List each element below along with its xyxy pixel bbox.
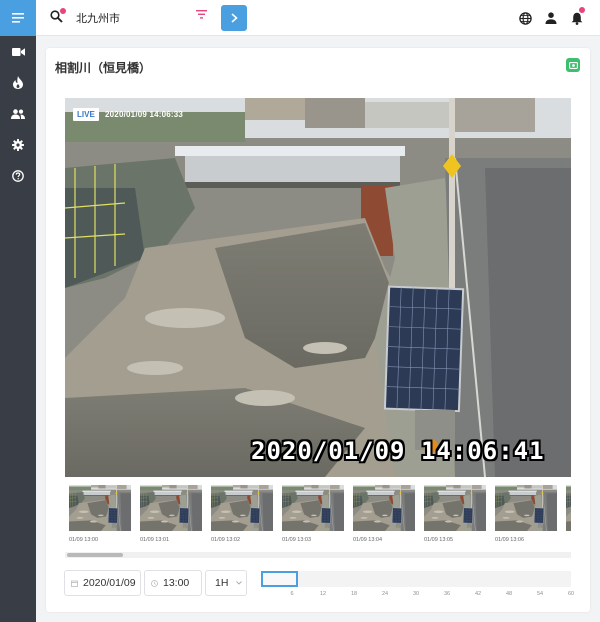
rail-item-fire[interactable] — [0, 67, 36, 98]
camera-osd-timestamp: 2020/01/09 14:06:41 — [251, 437, 545, 465]
thumbnail-partial[interactable] — [566, 485, 571, 531]
thumbnail[interactable]: 01/09 13:04 — [353, 485, 415, 543]
person-icon — [545, 12, 557, 24]
menu-icon — [12, 13, 24, 23]
live-camera-view[interactable]: LIVE 2020/01/09 14:06:33 2020/01/09 14:0… — [65, 98, 571, 477]
account-button[interactable] — [543, 10, 559, 26]
camera-card: 相割川（恒見橋） LIVE 2020/01/09 14:06:33 2020/0… — [46, 48, 590, 612]
timeline-tick-label: 18 — [350, 591, 358, 597]
thumbnail-image — [211, 485, 273, 531]
notification-dot — [579, 7, 585, 13]
thumbnail-label: 01/09 13:05 — [424, 537, 454, 543]
thumbnail-image — [140, 485, 202, 531]
language-button[interactable] — [517, 10, 533, 26]
timeline-tick-label: 42 — [474, 591, 482, 597]
thumbnail-label: 01/09 13:01 — [140, 537, 170, 543]
left-rail — [0, 0, 36, 622]
thumbnail-image — [495, 485, 557, 531]
rail-item-cameras[interactable] — [0, 36, 36, 67]
snapshot-button[interactable] — [566, 58, 580, 72]
thumbnail-image — [353, 485, 415, 531]
video-camera-icon — [11, 47, 25, 56]
chevron-down-icon — [236, 581, 243, 585]
people-icon — [11, 108, 25, 119]
thumbnail-image — [69, 485, 131, 531]
thumbnail-scene — [140, 485, 202, 531]
live-timestamp: 2020/01/09 14:06:33 — [105, 110, 184, 119]
timeline-selection-window[interactable] — [261, 571, 298, 587]
help-icon — [12, 169, 24, 182]
thumbnail-image — [282, 485, 344, 531]
thumbnail-label: 01/09 13:03 — [282, 537, 312, 543]
thumbnail-image — [566, 485, 571, 531]
range-select[interactable]: 1H — [205, 570, 247, 596]
fire-icon — [13, 76, 23, 89]
thumbnail-scene — [353, 485, 415, 531]
thumbnail-scene — [69, 485, 131, 531]
thumbnail-scene — [211, 485, 273, 531]
thumbnail-label: 01/09 13:00 — [69, 537, 99, 543]
thumbnail[interactable]: 01/09 13:03 — [282, 485, 344, 543]
timeline-track[interactable] — [261, 571, 571, 587]
filter-icon — [196, 10, 207, 19]
timeline-tick-label: 60 — [567, 591, 575, 597]
rail-item-settings[interactable] — [0, 129, 36, 160]
date-value: 2020/01/09 — [83, 577, 136, 589]
gear-icon — [12, 138, 24, 151]
thumbnail[interactable]: 01/09 13:05 — [424, 485, 486, 543]
time-value: 13:00 — [163, 577, 190, 589]
rail-item-help[interactable] — [0, 160, 36, 191]
timeline-tick-label: 54 — [536, 591, 544, 597]
search-submit-button[interactable] — [221, 5, 247, 31]
rail-item-users[interactable] — [0, 98, 36, 129]
thumbnail-scene — [566, 485, 571, 531]
search-button[interactable] — [50, 8, 66, 26]
live-badge: LIVE — [73, 108, 99, 121]
page-title: 相割川（恒見橋） — [55, 61, 152, 75]
thumbnail-scene — [424, 485, 486, 531]
top-bar — [36, 0, 600, 36]
screenshot-icon — [568, 61, 578, 69]
date-picker[interactable]: 2020/01/09 — [64, 570, 141, 596]
clock-icon — [151, 579, 158, 587]
thumbnail-scene — [282, 485, 344, 531]
thumbnail-scrollbar[interactable] — [65, 552, 571, 558]
thumbnail-label: 01/09 13:04 — [353, 537, 383, 543]
thumbnail-strip: 01/09 13:00 01/09 13:01 01/09 13:02 01/0… — [65, 482, 571, 560]
thumbnail[interactable]: 01/09 13:02 — [211, 485, 273, 543]
globe-icon — [518, 11, 532, 25]
thumbnail-scene — [495, 485, 557, 531]
scrollbar-thumb[interactable] — [67, 553, 123, 557]
search-input[interactable] — [72, 12, 212, 24]
notifications-button[interactable] — [569, 7, 585, 26]
timeline-tick-label: 48 — [505, 591, 513, 597]
thumbnail-label: 01/09 13:06 — [495, 537, 525, 543]
range-value: 1H — [215, 577, 229, 589]
thumbnail-label: 01/09 13:02 — [211, 537, 241, 543]
menu-button[interactable] — [0, 0, 36, 36]
camera-frame-image — [65, 98, 571, 477]
app-root: 相割川（恒見橋） — [0, 0, 600, 622]
thumbnail[interactable]: 01/09 13:01 — [140, 485, 202, 543]
bell-icon — [571, 12, 583, 25]
search-notification-dot — [60, 8, 66, 14]
filter-button[interactable] — [196, 6, 207, 24]
timeline-tick-label: 30 — [412, 591, 420, 597]
thumbnail-image — [424, 485, 486, 531]
timeline-tick-label: 6 — [290, 591, 294, 597]
calendar-icon — [71, 580, 78, 587]
thumbnail[interactable]: 01/09 13:00 — [69, 485, 131, 543]
chevron-right-icon — [230, 13, 238, 23]
timeline-tick-label: 24 — [381, 591, 389, 597]
thumbnail[interactable]: 01/09 13:06 — [495, 485, 557, 543]
timeline-tick-label: 36 — [443, 591, 451, 597]
timeline-tick-label: 12 — [319, 591, 327, 597]
time-picker[interactable]: 13:00 — [144, 570, 202, 596]
